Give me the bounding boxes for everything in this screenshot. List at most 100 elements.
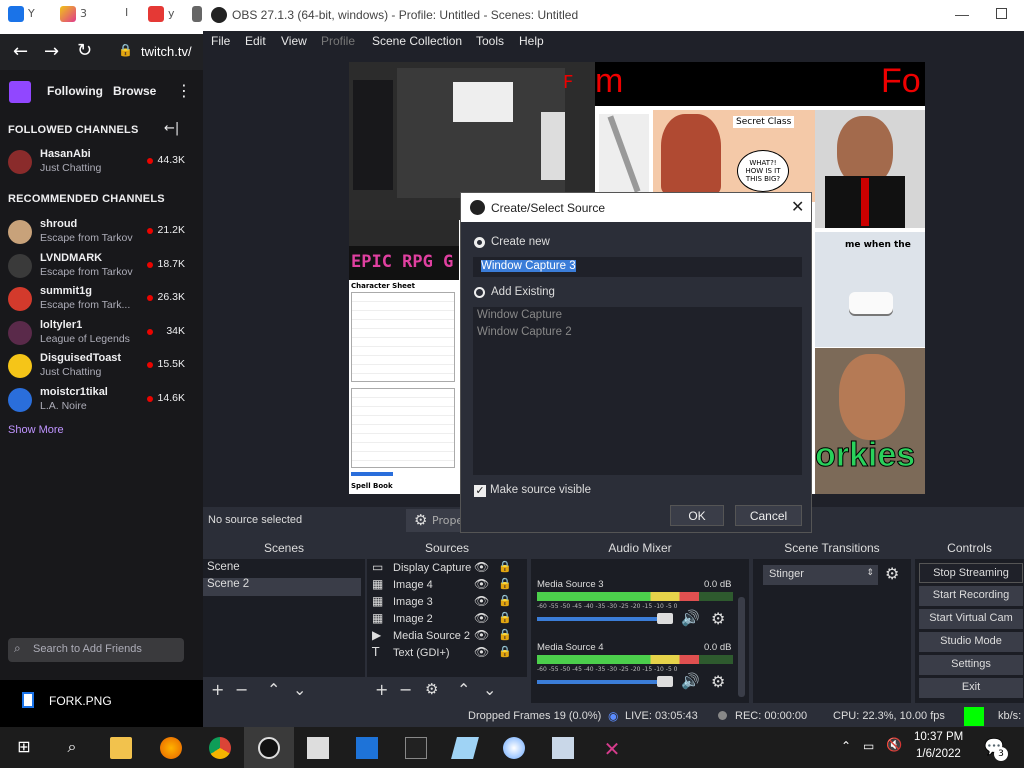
existing-source-item[interactable]: Window Capture 2 <box>477 326 572 338</box>
chrome-icon[interactable] <box>209 737 231 759</box>
minimize-icon[interactable]: — <box>955 6 969 22</box>
control-button[interactable]: Studio Mode <box>919 632 1023 652</box>
monitor-icon[interactable] <box>552 737 574 759</box>
add-icon[interactable]: + <box>211 680 224 699</box>
eye-icon[interactable]: 👁 <box>474 645 489 659</box>
source-settings-icon[interactable]: ⚙ <box>425 680 438 698</box>
show-more-link[interactable]: Show More <box>8 424 64 436</box>
channel-row[interactable]: loltyler1 League of Legends 34K <box>0 317 203 350</box>
tray-chevron-icon[interactable]: ⌃ <box>841 739 851 753</box>
source-down-icon[interactable]: ⌄ <box>483 680 496 699</box>
more-icon[interactable]: ⋮ <box>176 81 192 100</box>
source-row[interactable]: ▦ Image 3 👁 🔒 <box>367 594 517 611</box>
add-source-icon[interactable]: + <box>375 680 388 699</box>
windows-start-icon[interactable]: ⊞ <box>13 737 35 759</box>
lock-icon[interactable]: 🔒 <box>498 645 512 658</box>
search-taskbar-icon[interactable]: ⌕ <box>61 737 83 759</box>
speaker-icon[interactable]: 🔊 <box>681 672 700 690</box>
clock-date[interactable]: 1/6/2022 <box>916 748 961 760</box>
channel-row[interactable]: HasanAbi Just Chatting 44.3K <box>0 146 203 179</box>
close-icon[interactable]: ✕ <box>791 197 804 217</box>
control-button[interactable]: Start Virtual Cam <box>919 609 1023 629</box>
volume-slider-handle[interactable] <box>657 676 673 687</box>
mixer-gear-icon[interactable]: ⚙ <box>711 609 725 628</box>
source-row[interactable]: ▶ Media Source 2 👁 🔒 <box>367 628 517 645</box>
existing-sources-list[interactable]: Window Capture Window Capture 2 <box>473 307 802 475</box>
eye-icon[interactable]: 👁 <box>474 594 489 608</box>
browser-tab-2[interactable]: 3 <box>60 6 87 28</box>
control-button[interactable]: Start Recording <box>919 586 1023 606</box>
eye-icon[interactable]: 👁 <box>474 628 489 642</box>
nav-browse[interactable]: Browse <box>113 84 156 98</box>
browser-tab-5[interactable] <box>192 6 202 28</box>
lock-icon[interactable]: 🔒 <box>498 560 512 573</box>
paint-icon[interactable] <box>503 737 525 759</box>
create-new-radio[interactable] <box>474 237 485 248</box>
nav-following[interactable]: Following <box>47 84 103 98</box>
mixer-gear-icon[interactable]: ⚙ <box>711 672 725 691</box>
properties-button[interactable]: ⚙ Prope <box>406 509 463 532</box>
eye-icon[interactable]: 👁 <box>474 611 489 625</box>
source-row[interactable]: T Text (GDI+) 👁 🔒 <box>367 645 517 662</box>
browser-tab-4[interactable]: y <box>148 6 175 28</box>
maximize-icon[interactable] <box>996 8 1007 19</box>
ok-button[interactable]: OK <box>670 505 724 526</box>
menu-scene-collection[interactable]: Scene Collection <box>372 34 462 48</box>
mixer-scrollbar[interactable] <box>738 597 745 697</box>
existing-source-item[interactable]: Window Capture <box>477 309 562 321</box>
transition-select[interactable]: Stinger ⇕ <box>763 565 878 585</box>
file-explorer-icon[interactable] <box>110 737 132 759</box>
back-icon[interactable]: ← <box>13 41 28 62</box>
clock-time[interactable]: 10:37 PM <box>914 731 963 743</box>
channel-row[interactable]: DisguisedToast Just Chatting 15.5K <box>0 350 203 383</box>
transition-gear-icon[interactable]: ⚙ <box>885 564 899 583</box>
browser-tab-1[interactable]: Y <box>8 6 35 28</box>
scene-item-selected[interactable]: Scene 2 <box>207 578 249 590</box>
channel-row[interactable]: LVNDMARK Escape from Tarkov 18.7K <box>0 250 203 283</box>
add-existing-radio[interactable] <box>474 287 485 298</box>
move-up-icon[interactable]: ⌃ <box>267 680 280 699</box>
menu-file[interactable]: File <box>211 34 230 48</box>
speaker-icon[interactable]: 🔊 <box>681 609 700 627</box>
control-button[interactable]: Stop Streaming <box>919 563 1023 583</box>
browser-tab-3[interactable]: I <box>125 6 128 28</box>
lock-icon[interactable]: 🔒 <box>498 611 512 624</box>
media-player-icon[interactable] <box>356 737 378 759</box>
cancel-button[interactable]: Cancel <box>735 505 802 526</box>
lock-icon[interactable]: 🔒 <box>498 594 512 607</box>
source-row[interactable]: ▦ Image 4 👁 🔒 <box>367 577 517 594</box>
eye-icon[interactable]: 👁 <box>474 560 489 574</box>
visible-checkbox[interactable]: ✓ <box>474 485 486 497</box>
crossed-swords-icon[interactable]: ✕ <box>601 737 623 761</box>
obs-taskbar-icon[interactable] <box>258 737 280 759</box>
forward-icon[interactable]: → <box>44 41 59 62</box>
move-down-icon[interactable]: ⌄ <box>293 680 306 699</box>
twitch-logo-icon[interactable] <box>9 81 31 103</box>
menu-edit[interactable]: Edit <box>245 34 266 48</box>
remove-source-icon[interactable]: − <box>399 680 412 699</box>
channel-row[interactable]: shroud Escape from Tarkov 21.2K <box>0 216 203 249</box>
channel-row[interactable]: moistcr1tikal L.A. Noire 14.6K <box>0 384 203 417</box>
network-icon[interactable]: ▭ <box>863 739 874 753</box>
firefox-icon[interactable] <box>160 737 182 759</box>
lock-icon[interactable]: 🔒 <box>498 628 512 641</box>
remove-icon[interactable]: − <box>235 680 248 699</box>
source-up-icon[interactable]: ⌃ <box>457 680 470 699</box>
friend-search-input[interactable]: ⌕ Search to Add Friends <box>8 638 184 662</box>
photos-icon[interactable] <box>307 737 329 759</box>
channel-row[interactable]: summit1g Escape from Tark... 26.3K <box>0 283 203 316</box>
url-text[interactable]: twitch.tv/ <box>141 44 192 59</box>
volume-muted-icon[interactable]: 🔇 <box>886 738 902 753</box>
menu-view[interactable]: View <box>281 34 307 48</box>
volume-slider[interactable] <box>537 617 669 621</box>
volume-slider-handle[interactable] <box>657 613 673 624</box>
source-name-input[interactable]: Window Capture 3 <box>473 257 802 277</box>
source-row[interactable]: ▦ Image 2 👁 🔒 <box>367 611 517 628</box>
reload-icon[interactable]: ↻ <box>77 40 92 61</box>
eye-icon[interactable]: 👁 <box>474 577 489 591</box>
lock-icon[interactable]: 🔒 <box>498 577 512 590</box>
control-button[interactable]: Settings <box>919 655 1023 675</box>
collapse-icon[interactable]: ←| <box>164 121 179 136</box>
terminal-icon[interactable] <box>405 737 427 759</box>
download-filename[interactable]: FORK.PNG <box>49 694 112 708</box>
